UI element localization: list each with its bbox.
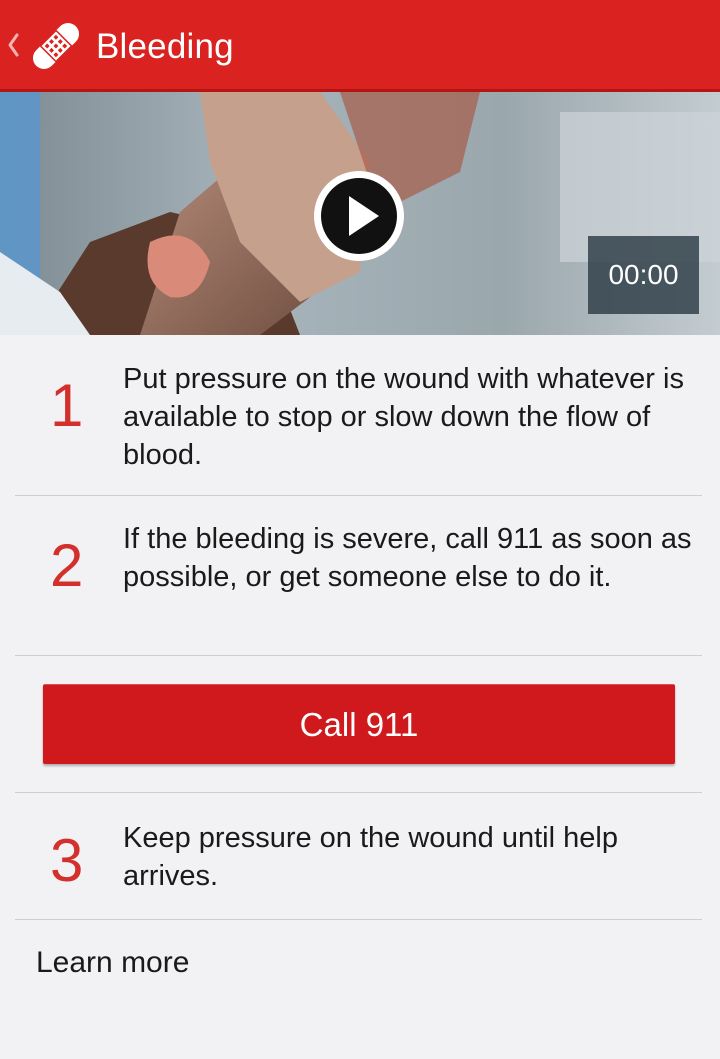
divider: [15, 919, 702, 920]
page-title: Bleeding: [96, 27, 234, 66]
learn-more-link[interactable]: Learn more: [36, 944, 189, 982]
chevron-left-icon[interactable]: [6, 31, 20, 59]
step-text: Put pressure on the wound with whatever …: [123, 363, 684, 471]
step-text: If the bleeding is severe, call 911 as s…: [123, 523, 692, 593]
app-bar: Bleeding: [0, 0, 720, 92]
divider: [15, 655, 702, 656]
step-number: 2: [50, 532, 84, 599]
play-icon[interactable]: [311, 168, 407, 264]
video-player[interactable]: 00:00: [0, 92, 720, 335]
divider: [15, 495, 702, 496]
video-timer: 00:00: [588, 236, 699, 314]
call-911-button[interactable]: Call 911: [43, 684, 675, 764]
bandage-icon[interactable]: [26, 16, 86, 76]
step-number: 3: [50, 827, 84, 894]
step-number: 1: [50, 372, 84, 439]
step-text: Keep pressure on the wound until help ar…: [123, 822, 618, 892]
divider: [15, 792, 702, 793]
